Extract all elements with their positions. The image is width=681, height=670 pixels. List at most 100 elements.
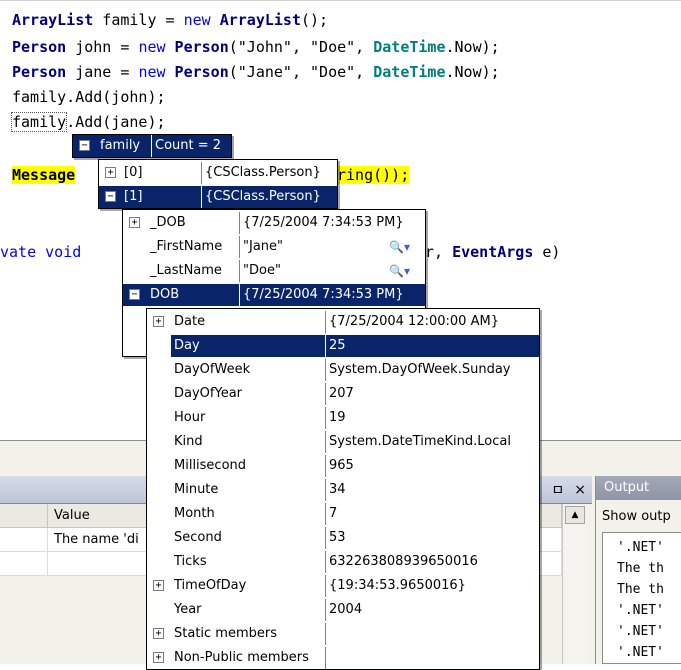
datatip-family-items[interactable]: + [0] {CSClass.Person} − [1] {CSClass.Pe…	[98, 159, 338, 209]
expand-icon[interactable]: +	[105, 167, 116, 178]
code-token: .Now);	[445, 38, 500, 56]
datatip-row[interactable]: Kind System.DateTimeKind.Local	[147, 431, 539, 453]
code-token: e)	[533, 243, 561, 261]
magnifier-icon[interactable]: 🔍▾	[389, 236, 410, 258]
code-line-6-left[interactable]: Message	[12, 164, 76, 186]
output-line: '.NET'	[617, 603, 664, 618]
datatip-row[interactable]: Year 2004	[147, 599, 539, 621]
datatip-row[interactable]: + TimeOfDay {19:34:53.9650016}	[147, 575, 539, 597]
expand-icon[interactable]: +	[153, 316, 164, 327]
code-line-1[interactable]: ArrayList family = new ArrayList();	[12, 9, 328, 31]
current-statement-highlight: ring());	[337, 166, 410, 184]
datatip-value	[325, 623, 539, 645]
datatip-value: System.DateTimeKind.Local	[325, 431, 539, 453]
list-cell[interactable]	[0, 552, 48, 576]
datatip-row[interactable]: + Static members	[147, 623, 539, 645]
code-keyword: new	[138, 38, 166, 56]
vertical-scrollbar[interactable]: ▲	[562, 504, 586, 664]
code-token: Person	[165, 63, 229, 81]
datatip-value	[325, 647, 539, 669]
datatip-family[interactable]: − family Count = 2	[72, 134, 232, 158]
datatip-name: Date	[174, 314, 206, 329]
output-pane: Output Show outp '.NET' The th The th '.NET…	[595, 476, 681, 664]
datatip-row[interactable]: Ticks 632263808939650016	[147, 551, 539, 573]
datatip-row-0[interactable]: + [0] {CSClass.Person}	[99, 162, 337, 184]
collapse-icon[interactable]: −	[79, 140, 90, 151]
expand-icon[interactable]: +	[153, 652, 164, 663]
datatip-name: family	[100, 138, 141, 153]
expand-icon[interactable]: +	[129, 217, 140, 228]
code-line-6-right[interactable]: ring());	[337, 164, 410, 186]
datatip-row[interactable]: Month 7	[147, 503, 539, 525]
code-token: DateTime	[373, 38, 446, 56]
output-title[interactable]: Output	[596, 476, 681, 500]
code-token: Person	[165, 38, 229, 56]
datatip-row[interactable]: Minute 34	[147, 479, 539, 501]
hovered-identifier[interactable]: family	[10, 112, 68, 132]
datatip-value: 7	[325, 503, 539, 525]
datatip-row[interactable]: + Non-Public members	[147, 647, 539, 669]
column-header-blank[interactable]	[0, 504, 48, 528]
datatip-name: Millisecond	[174, 458, 247, 473]
close-icon[interactable]: ×	[574, 482, 586, 498]
datatip-value: 965	[325, 455, 539, 477]
list-cell[interactable]	[0, 528, 48, 552]
datatip-dob-members[interactable]: + Date {7/25/2004 12:00:00 AM} Day 25 Da…	[146, 308, 540, 670]
datatip-name: DOB	[150, 287, 180, 302]
pin-icon[interactable]: ㅁ	[551, 480, 564, 500]
datatip-row[interactable]: DayOfWeek System.DayOfWeek.Sunday	[147, 359, 539, 381]
datatip-name: _FirstName	[150, 239, 223, 254]
output-line: The th	[617, 561, 664, 576]
code-token: ("Jane", "Doe",	[228, 63, 374, 81]
datatip-row-firstname[interactable]: _FirstName "Jane" 🔍▾	[123, 236, 425, 258]
datatip-value: {7/25/2004 7:34:53 PM}	[239, 212, 425, 234]
output-text[interactable]: '.NET' The th The th '.NET' '.NET' '.NET'	[602, 532, 681, 664]
datatip-row[interactable]: + Date {7/25/2004 12:00:00 AM}	[147, 311, 539, 333]
code-token: DateTime	[373, 63, 446, 81]
datatip-row[interactable]: DayOfYear 207	[147, 383, 539, 405]
code-token: EventArgs	[452, 243, 534, 261]
datatip-row[interactable]: Hour 19	[147, 407, 539, 429]
datatip-row-selected[interactable]: Day 25	[171, 335, 539, 357]
datatip-row[interactable]: Millisecond 965	[147, 455, 539, 477]
output-show-from-label[interactable]: Show outp	[596, 504, 681, 530]
code-line-2[interactable]: Person john = new Person("John", "Doe", …	[12, 36, 500, 58]
datatip-row-lastname[interactable]: _LastName "Doe" 🔍▾	[123, 260, 425, 282]
scroll-up-arrow-icon[interactable]: ▲	[565, 506, 585, 524]
datatip-row-dob-field[interactable]: + _DOB {7/25/2004 7:34:53 PM}	[123, 212, 425, 234]
datatip-name: [0]	[124, 165, 143, 180]
datatip-row-1[interactable]: − [1] {CSClass.Person}	[99, 186, 337, 208]
datatip-value: 25	[325, 335, 539, 357]
expand-icon[interactable]: +	[153, 580, 164, 591]
collapse-icon[interactable]: −	[129, 289, 140, 300]
code-line-7-left[interactable]: vate void	[0, 241, 81, 263]
collapse-icon[interactable]: −	[105, 191, 116, 202]
output-line: '.NET'	[617, 540, 664, 555]
datatip-name: Static members	[174, 626, 277, 641]
code-token: ("John", "Doe",	[228, 38, 374, 56]
output-line: '.NET'	[617, 624, 664, 639]
datatip-row[interactable]: Second 53	[147, 527, 539, 549]
code-token: Person	[12, 63, 67, 81]
code-line-4[interactable]: family.Add(john);	[12, 86, 166, 108]
datatip-name: Ticks	[174, 554, 207, 569]
datatip-value: Count = 2	[151, 135, 231, 157]
datatip-name: _LastName	[150, 263, 222, 278]
code-token: john =	[66, 38, 139, 56]
datatip-value: 632263808939650016	[325, 551, 539, 573]
code-token: ArrayList	[12, 11, 94, 29]
datatip-value: 53	[325, 527, 539, 549]
code-line-3[interactable]: Person jane = new Person("Jane", "Doe", …	[12, 61, 500, 83]
datatip-value: 19	[325, 407, 539, 429]
current-statement-highlight: Message	[12, 166, 76, 184]
datatip-name: _DOB	[150, 215, 186, 230]
magnifier-icon[interactable]: 🔍▾	[389, 260, 410, 282]
expand-icon[interactable]: +	[153, 628, 164, 639]
datatip-row-family[interactable]: − family Count = 2	[73, 135, 231, 157]
code-line-5[interactable]: family.Add(jane);	[10, 111, 166, 133]
datatip-row-dob[interactable]: − DOB {7/25/2004 7:34:53 PM}	[123, 284, 425, 306]
datatip-value: 2004	[325, 599, 539, 621]
code-token: .Add(jane);	[66, 113, 166, 131]
code-line-7-right[interactable]: r, EventArgs e)	[425, 241, 560, 263]
datatip-name: Hour	[174, 410, 206, 425]
